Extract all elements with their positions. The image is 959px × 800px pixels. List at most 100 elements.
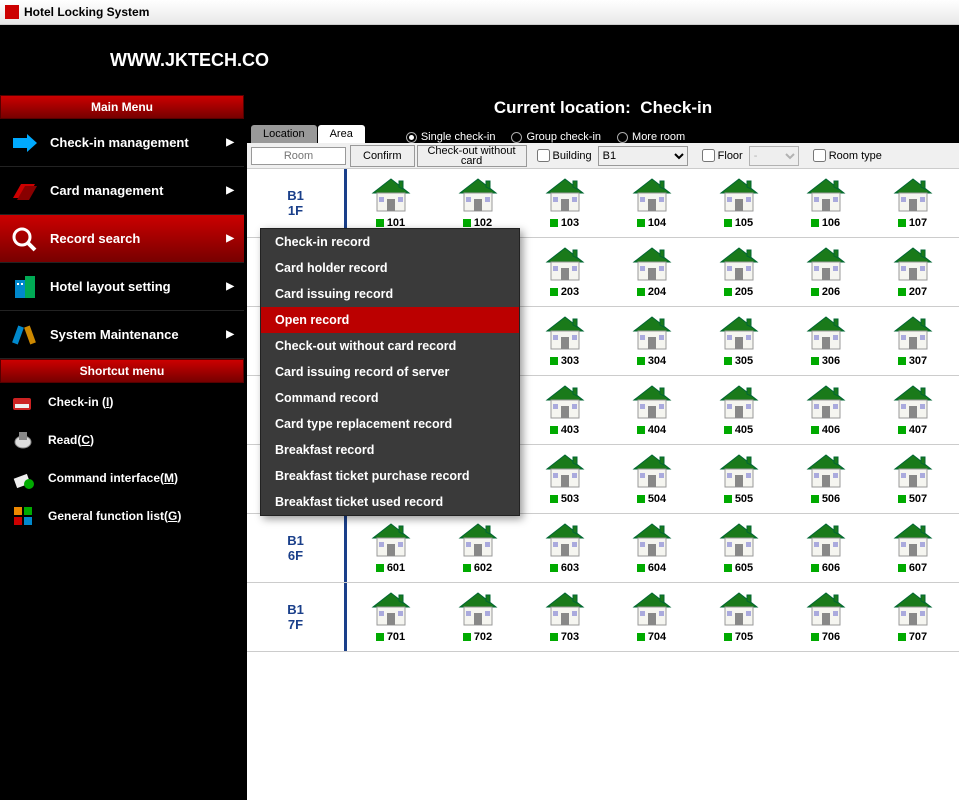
building-checkbox[interactable]: Building — [537, 149, 592, 162]
room-cell[interactable]: 406 — [782, 384, 869, 436]
room-number: 607 — [898, 562, 927, 574]
room-cell[interactable]: 305 — [695, 315, 782, 367]
submenu-item-breakfast-ticket-purchase-record[interactable]: Breakfast ticket purchase record — [261, 463, 519, 489]
room-number: 306 — [811, 355, 840, 367]
status-square-icon — [724, 219, 732, 227]
room-cell[interactable]: 104 — [608, 177, 695, 229]
sidebar-item-check-in-management[interactable]: Check-in management▶ — [0, 119, 244, 167]
room-cell[interactable]: 604 — [608, 522, 695, 574]
room-cell[interactable]: 102 — [434, 177, 521, 229]
room-cell[interactable]: 404 — [608, 384, 695, 436]
floor-checkbox[interactable]: Floor — [702, 149, 743, 162]
room-cell[interactable]: 405 — [695, 384, 782, 436]
room-cell[interactable]: 407 — [869, 384, 956, 436]
submenu-item-breakfast-record[interactable]: Breakfast record — [261, 437, 519, 463]
radio-more-room[interactable]: More room — [617, 131, 685, 143]
radio-dot-icon — [511, 132, 522, 143]
room-cell[interactable]: 605 — [695, 522, 782, 574]
submenu-item-open-record[interactable]: Open record — [261, 307, 519, 333]
shortcut-g[interactable]: General function list(G) — [0, 497, 244, 535]
submenu-item-breakfast-ticket-used-record[interactable]: Breakfast ticket used record — [261, 489, 519, 515]
room-cell[interactable]: 306 — [782, 315, 869, 367]
room-cell[interactable]: 103 — [521, 177, 608, 229]
header-bar: WWW.JKTECH.CO — [0, 25, 959, 95]
shortcut-m[interactable]: Command interface(M) — [0, 459, 244, 497]
radio-group-check-in[interactable]: Group check-in — [511, 131, 601, 143]
sidebar-item-record-search[interactable]: Record search▶ — [0, 215, 244, 263]
submenu-item-check-in-record[interactable]: Check-in record — [261, 229, 519, 255]
building-icon — [10, 273, 38, 301]
arrow-right-icon — [10, 129, 38, 157]
status-square-icon — [550, 495, 558, 503]
house-icon — [717, 315, 761, 351]
room-cell[interactable]: 705 — [695, 591, 782, 643]
submenu-item-card-type-replacement-record[interactable]: Card type replacement record — [261, 411, 519, 437]
room-cell[interactable]: 603 — [521, 522, 608, 574]
sidebar-item-system-maintenance[interactable]: System Maintenance▶ — [0, 311, 244, 359]
record-search-submenu: Check-in recordCard holder recordCard is… — [260, 228, 520, 516]
room-cell[interactable]: 707 — [869, 591, 956, 643]
room-cell[interactable]: 704 — [608, 591, 695, 643]
radio-single-check-in[interactable]: Single check-in — [406, 131, 496, 143]
room-cell[interactable]: 307 — [869, 315, 956, 367]
shortcut-c[interactable]: Read(C) — [0, 421, 244, 459]
sidebar-item-hotel-layout-setting[interactable]: Hotel layout setting▶ — [0, 263, 244, 311]
status-square-icon — [811, 288, 819, 296]
sidebar-item-label: System Maintenance — [50, 327, 179, 342]
house-icon — [891, 246, 935, 282]
shortcut-i[interactable]: Check-in (I) — [0, 383, 244, 421]
tab-area[interactable]: Area — [318, 125, 365, 143]
room-cell[interactable]: 701 — [347, 591, 434, 643]
room-cell[interactable]: 702 — [434, 591, 521, 643]
house-icon — [804, 177, 848, 213]
status-square-icon — [463, 633, 471, 641]
main-menu-header: Main Menu — [0, 95, 244, 119]
room-number: 603 — [550, 562, 579, 574]
room-cell[interactable]: 506 — [782, 453, 869, 505]
status-square-icon — [724, 633, 732, 641]
submenu-item-check-out-without-card-record[interactable]: Check-out without card record — [261, 333, 519, 359]
room-cell[interactable]: 504 — [608, 453, 695, 505]
status-square-icon — [898, 288, 906, 296]
room-cell[interactable]: 503 — [521, 453, 608, 505]
sidebar-item-card-management[interactable]: Card management▶ — [0, 167, 244, 215]
status-square-icon — [811, 219, 819, 227]
room-input[interactable] — [251, 147, 346, 165]
room-cell[interactable]: 101 — [347, 177, 434, 229]
house-icon — [543, 453, 587, 489]
floor-label: B16F — [247, 514, 347, 582]
shortcut-icon — [10, 465, 36, 491]
room-cell[interactable]: 106 — [782, 177, 869, 229]
room-cell[interactable]: 107 — [869, 177, 956, 229]
submenu-item-command-record[interactable]: Command record — [261, 385, 519, 411]
room-cell[interactable]: 403 — [521, 384, 608, 436]
room-number: 405 — [724, 424, 753, 436]
roomtype-checkbox[interactable]: Room type — [813, 149, 882, 162]
room-cell[interactable]: 204 — [608, 246, 695, 298]
confirm-button[interactable]: Confirm — [350, 145, 415, 167]
room-cell[interactable]: 304 — [608, 315, 695, 367]
tab-location[interactable]: Location — [251, 125, 317, 143]
room-cell[interactable]: 606 — [782, 522, 869, 574]
room-cell[interactable]: 507 — [869, 453, 956, 505]
room-cell[interactable]: 706 — [782, 591, 869, 643]
room-cell[interactable]: 602 — [434, 522, 521, 574]
room-cell[interactable]: 703 — [521, 591, 608, 643]
room-cell[interactable]: 207 — [869, 246, 956, 298]
room-cell[interactable]: 601 — [347, 522, 434, 574]
room-cell[interactable]: 206 — [782, 246, 869, 298]
submenu-item-card-issuing-record[interactable]: Card issuing record — [261, 281, 519, 307]
checkout-without-card-button[interactable]: Check-out without card — [417, 145, 527, 167]
room-cell[interactable]: 607 — [869, 522, 956, 574]
room-number: 104 — [637, 217, 666, 229]
house-icon — [543, 384, 587, 420]
building-select[interactable]: B1 — [598, 146, 688, 166]
submenu-item-card-issuing-record-of-server[interactable]: Card issuing record of server — [261, 359, 519, 385]
room-cell[interactable]: 303 — [521, 315, 608, 367]
room-cell[interactable]: 205 — [695, 246, 782, 298]
room-cell[interactable]: 505 — [695, 453, 782, 505]
room-cell[interactable]: 105 — [695, 177, 782, 229]
submenu-item-card-holder-record[interactable]: Card holder record — [261, 255, 519, 281]
sidebar-item-label: Check-in management — [50, 135, 189, 150]
room-cell[interactable]: 203 — [521, 246, 608, 298]
